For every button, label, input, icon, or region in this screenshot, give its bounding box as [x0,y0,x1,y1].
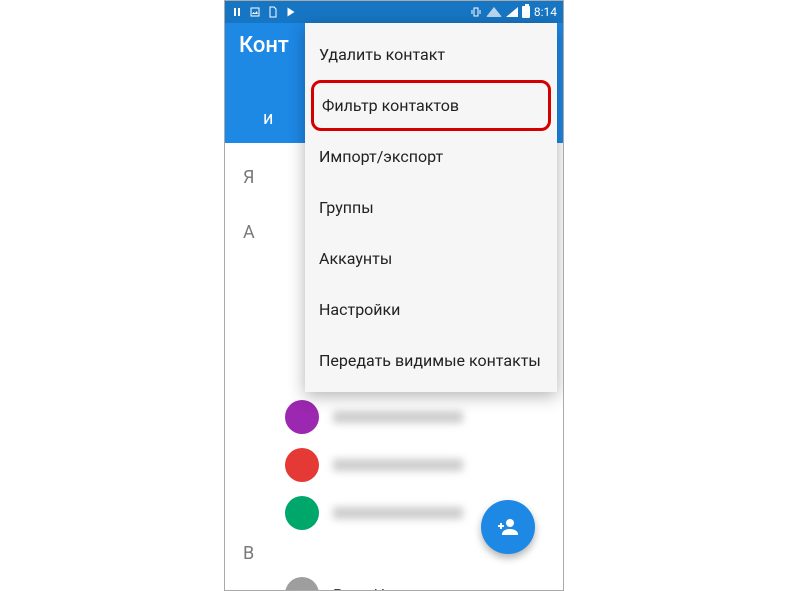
sim-icon [267,6,279,18]
play-icon [285,6,297,18]
menu-item-settings[interactable]: Настройки [305,284,557,335]
contact-row[interactable] [225,441,563,489]
wifi-icon [486,7,502,17]
contact-row[interactable]: Валя Николаева [225,570,563,591]
avatar [285,496,319,530]
menu-item-groups[interactable]: Группы [305,182,557,233]
battery-icon [522,6,530,18]
image-icon [249,6,261,18]
add-person-icon [496,515,520,539]
signal-icon [506,7,518,17]
menu-item-import-export[interactable]: Импорт/экспорт [305,131,557,182]
menu-item-share-visible[interactable]: Передать видимые контакты [305,335,557,386]
menu-item-filter-contacts[interactable]: Фильтр контактов [311,80,551,131]
contact-name: Валя Николаева [333,585,456,591]
status-right: 8:14 [470,5,557,19]
status-bar: 8:14 [225,1,563,23]
menu-item-accounts[interactable]: Аккаунты [305,233,557,284]
menu-item-delete-contact[interactable]: Удалить контакт [305,29,557,80]
contact-row[interactable] [225,393,563,441]
pause-icon [231,6,243,18]
fab-add-contact[interactable] [481,500,535,554]
clock: 8:14 [534,5,557,19]
vibrate-icon [470,6,482,18]
contact-name-blurred [333,459,463,471]
phone-frame: 8:14 Конт и Я A B Валя Николаева [224,0,564,591]
status-left [231,6,297,18]
contact-name-blurred [333,411,463,423]
contact-name-blurred [333,507,463,519]
avatar [285,400,319,434]
avatar [285,448,319,482]
avatar [285,577,319,591]
overflow-menu: Удалить контакт Фильтр контактов Импорт/… [305,23,557,392]
